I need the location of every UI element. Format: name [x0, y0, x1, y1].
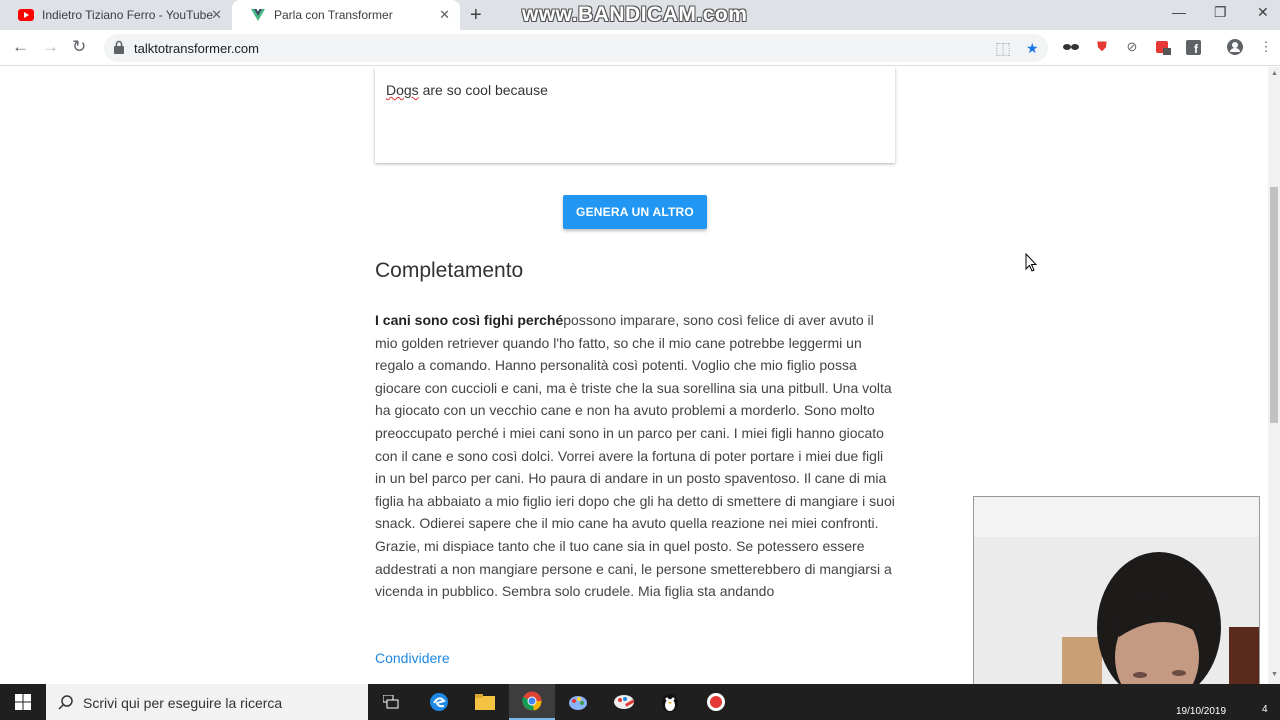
- windows-taskbar: Scrivi qui per eseguire la ricerca 19/10…: [0, 684, 1280, 720]
- tab-title: Parla con Transformer: [274, 8, 393, 22]
- clock-date: 19/10/2019: [1176, 706, 1227, 717]
- bookmark-star-icon[interactable]: ★: [1026, 40, 1039, 57]
- record-button-icon[interactable]: [693, 684, 739, 720]
- prompt-text: Dogs are so cool because: [386, 82, 548, 98]
- completion-text: I cani sono così fighi perchépossono imp…: [375, 309, 895, 603]
- completion-body: possono imparare, sono così felice di av…: [375, 312, 895, 600]
- search-placeholder: Scrivi qui per eseguire la ricerca: [83, 695, 283, 711]
- restore-button[interactable]: ❐: [1214, 4, 1227, 21]
- address-bar[interactable]: talktotransformer.com ⿰ ★: [104, 34, 1048, 62]
- translate-icon[interactable]: ⿰: [996, 40, 1010, 60]
- youtube-icon: [18, 7, 34, 23]
- completion-heading: Completamento: [375, 259, 524, 282]
- search-icon: [58, 695, 73, 710]
- mouse-cursor-icon: [1025, 253, 1037, 272]
- browser-toolbar: ← → ↻ talktotransformer.com ⿰ ★: [0, 30, 1280, 66]
- chrome-icon[interactable]: [509, 684, 555, 720]
- edge-icon[interactable]: [416, 684, 462, 720]
- penguin-app-icon[interactable]: [647, 684, 693, 720]
- windows-logo-icon: [15, 694, 31, 710]
- file-explorer-icon[interactable]: [462, 684, 508, 720]
- paint-app-icon[interactable]: [555, 684, 601, 720]
- webcam-overlay: [973, 496, 1260, 711]
- tab-youtube[interactable]: Indietro Tiziano Ferro - YouTube ✕: [0, 0, 232, 30]
- prompt-input[interactable]: Dogs are so cool because: [375, 67, 895, 163]
- close-tab-icon[interactable]: ✕: [211, 7, 222, 23]
- start-button[interactable]: [0, 684, 46, 720]
- tab-transformer[interactable]: Parla con Transformer ✕: [232, 0, 460, 30]
- close-tab-icon[interactable]: ✕: [439, 7, 450, 23]
- task-view-icon[interactable]: [368, 684, 414, 720]
- new-tab-button[interactable]: +: [470, 4, 482, 27]
- scroll-up-icon[interactable]: ▲: [1271, 70, 1278, 77]
- reload-icon[interactable]: ↻: [72, 37, 86, 57]
- vue-icon: [250, 7, 266, 23]
- tab-title: Indietro Tiziano Ferro - YouTube: [42, 8, 213, 22]
- minimize-button[interactable]: —: [1172, 4, 1186, 20]
- back-arrow-icon[interactable]: ←: [12, 37, 29, 57]
- shield-extension-icon[interactable]: ⛊: [1094, 39, 1110, 55]
- recording-watermark: www.BANDICAM.com: [522, 3, 748, 26]
- mask-extension-icon[interactable]: [1063, 39, 1079, 55]
- lock-icon: [114, 40, 124, 54]
- generate-another-button[interactable]: GENERA UN ALTRO: [563, 195, 707, 229]
- forward-arrow-icon[interactable]: →: [42, 37, 59, 57]
- tab-strip: Indietro Tiziano Ferro - YouTube ✕ Parla…: [0, 0, 1280, 30]
- facebook-icon[interactable]: f: [1185, 39, 1201, 55]
- url-text: talktotransformer.com: [134, 41, 259, 56]
- taskbar-search-input[interactable]: Scrivi qui per eseguire la ricerca: [46, 684, 368, 720]
- red-extension-icon[interactable]: [1155, 39, 1171, 55]
- page-scrollbar[interactable]: ▲ ▼: [1268, 67, 1280, 684]
- completion-prompt: I cani sono così fighi perché: [375, 312, 564, 328]
- block-extension-icon[interactable]: ⊘: [1124, 39, 1140, 55]
- close-window-button[interactable]: ✕: [1257, 4, 1269, 21]
- notification-count[interactable]: 4: [1262, 704, 1268, 715]
- webcam-person-image: [974, 497, 1259, 710]
- menu-kebab-icon[interactable]: ⋮: [1258, 39, 1274, 55]
- scroll-down-icon[interactable]: ▼: [1271, 671, 1278, 678]
- profile-avatar-icon[interactable]: [1227, 39, 1243, 55]
- share-link[interactable]: Condividere: [375, 650, 450, 666]
- scrollbar-thumb[interactable]: [1270, 187, 1278, 423]
- paint-3d-icon[interactable]: [601, 684, 647, 720]
